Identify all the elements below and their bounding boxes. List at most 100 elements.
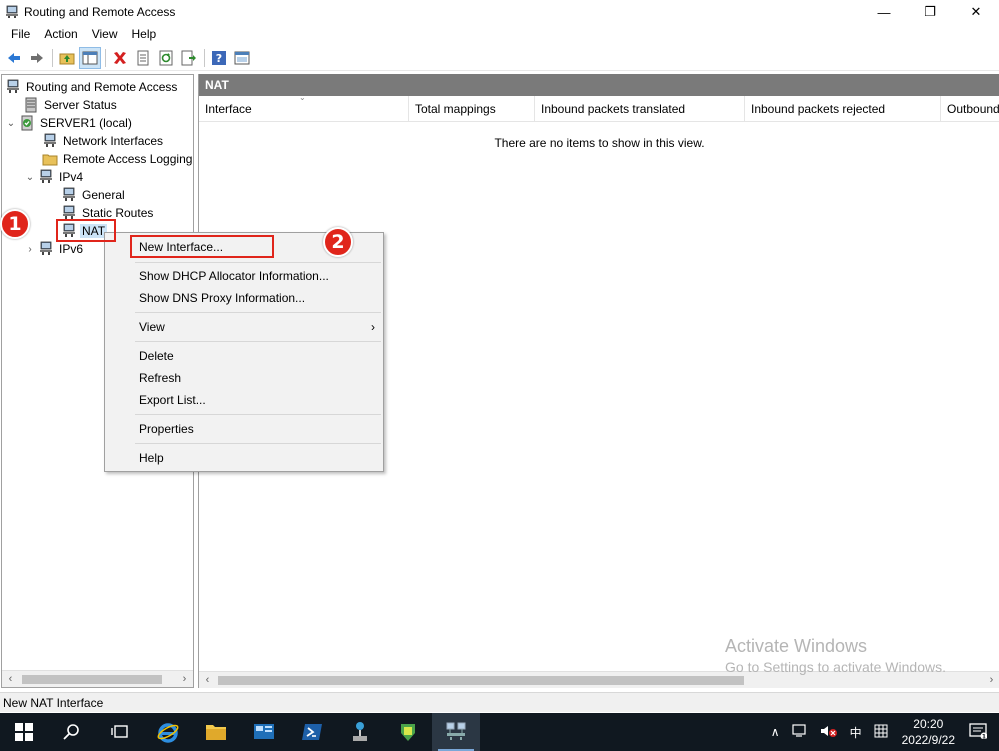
export-list-button[interactable] (178, 47, 200, 69)
menu-separator (135, 262, 381, 263)
clock-time: 20:20 (913, 717, 944, 731)
scroll-right-icon[interactable]: › (983, 674, 999, 686)
watermark-subtitle: Go to Settings to activate Windows. (725, 659, 946, 675)
up-one-level-button[interactable] (56, 47, 78, 69)
tree-label: Static Routes (82, 206, 154, 220)
menu-item-view[interactable]: View › (139, 317, 375, 337)
column-label: Outbound (947, 102, 999, 116)
show-hide-console-tree-button[interactable] (79, 46, 101, 69)
column-header-inbound-translated[interactable]: Inbound packets translated (535, 96, 745, 122)
column-label: Inbound packets translated (541, 102, 686, 116)
menu-item-delete[interactable]: Delete (139, 346, 174, 366)
expand-chevron-icon[interactable]: › (24, 244, 36, 255)
menu-item-refresh[interactable]: Refresh (139, 368, 181, 388)
network-interfaces-icon (42, 133, 58, 149)
task-view-button[interactable] (96, 713, 144, 751)
column-header-inbound-rejected[interactable]: Inbound packets rejected (745, 96, 941, 122)
volume-muted-icon[interactable] (814, 724, 844, 741)
routing-remote-access-icon (446, 722, 466, 740)
menu-item-help[interactable]: Help (139, 448, 164, 468)
scroll-left-icon[interactable]: ‹ (2, 673, 19, 685)
highlight-box-new-interface (130, 235, 274, 258)
menu-bar: File Action View Help (0, 24, 999, 44)
show-hidden-icons-chevron-icon[interactable]: ∧ (765, 725, 786, 739)
tree-item-routing-root[interactable]: Routing and Remote Access (5, 78, 179, 96)
tree-label: IPv4 (59, 170, 84, 184)
properties-button[interactable] (132, 47, 154, 69)
close-button[interactable]: ✕ (953, 0, 999, 24)
taskbar-routing-remote-access[interactable] (432, 713, 480, 751)
menu-view[interactable]: View (85, 27, 125, 41)
tree-item-ipv4[interactable]: ⌄ IPv4 (24, 168, 85, 186)
help-icon: ? (212, 50, 226, 65)
menu-item-properties[interactable]: Properties (139, 419, 194, 439)
network-status-icon[interactable] (786, 723, 814, 741)
step-badge-1: 1 (0, 209, 30, 239)
tree-item-remote-access-logging[interactable]: Remote Access Logging (42, 150, 193, 168)
notification-center-icon[interactable]: 1 (963, 722, 999, 742)
toolbar-separator (105, 48, 106, 67)
server-manager-icon (254, 724, 274, 739)
tree-item-server-status[interactable]: Server Status (23, 96, 119, 114)
help-button[interactable]: ? (208, 47, 230, 69)
activation-watermark: Activate Windows Go to Settings to activ… (725, 636, 946, 675)
column-header-interface[interactable]: Interface ⌄ (199, 93, 409, 122)
back-button[interactable] (3, 47, 25, 69)
highlight-box-nat (56, 219, 116, 242)
delete-x-icon (114, 51, 126, 64)
tree-item-network-interfaces[interactable]: Network Interfaces (42, 132, 165, 150)
taskbar-server-manager[interactable] (240, 713, 288, 751)
tree-item-server1[interactable]: ⌄ SERVER1 (local) (5, 114, 134, 132)
taskbar-file-explorer[interactable] (192, 713, 240, 751)
collapse-chevron-icon[interactable]: ⌄ (5, 118, 17, 129)
folder-up-icon (59, 53, 75, 64)
taskbar-shield-app[interactable] (384, 713, 432, 751)
menu-help[interactable]: Help (125, 27, 164, 41)
ime-indicator[interactable]: 中 (844, 724, 868, 741)
start-button[interactable] (0, 713, 48, 751)
menu-item-export-list[interactable]: Export List... (139, 390, 206, 410)
view-pane-button[interactable] (231, 47, 253, 69)
system-clock[interactable]: 20:20 2022/9/22 (894, 716, 963, 748)
scroll-left-icon[interactable]: ‹ (199, 674, 216, 686)
properties-icon (137, 50, 149, 65)
result-pane-header: NAT (199, 74, 999, 96)
minimize-button[interactable]: — (861, 0, 907, 24)
scrollbar-thumb[interactable] (218, 675, 744, 685)
title-bar: Routing and Remote Access — ❐ ✕ (0, 0, 999, 24)
menu-item-show-dhcp[interactable]: Show DHCP Allocator Information... (139, 266, 329, 286)
forward-button[interactable] (26, 47, 48, 69)
server-icon (19, 115, 35, 131)
clock-date: 2022/9/22 (901, 733, 955, 747)
menu-action[interactable]: Action (37, 27, 84, 41)
column-label: Interface (205, 102, 252, 116)
tree-item-general[interactable]: General (61, 186, 127, 204)
scrollbar-thumb[interactable] (22, 674, 162, 684)
menu-item-show-dns[interactable]: Show DNS Proxy Information... (139, 288, 305, 308)
console-tree-icon (82, 51, 98, 64)
menu-file[interactable]: File (4, 27, 37, 41)
maximize-button[interactable]: ❐ (907, 0, 953, 24)
scroll-right-icon[interactable]: › (176, 673, 193, 685)
taskbar-powershell[interactable] (288, 713, 336, 751)
tree-label: Server Status (44, 98, 117, 112)
delete-button[interactable] (109, 47, 131, 69)
tree-horizontal-scrollbar[interactable]: ‹ › (2, 670, 193, 687)
column-label: Total mappings (415, 102, 496, 116)
column-header-outbound[interactable]: Outbound (941, 96, 999, 122)
routing-server-icon (5, 79, 21, 95)
server-status-icon (23, 97, 39, 113)
ime-mode-grid-icon[interactable] (868, 724, 894, 741)
column-label: Inbound packets rejected (751, 102, 886, 116)
taskbar-internet-explorer[interactable] (144, 713, 192, 751)
collapse-chevron-icon[interactable]: ⌄ (24, 172, 36, 183)
column-header-total-mappings[interactable]: Total mappings (409, 96, 535, 122)
tree-item-ipv6[interactable]: › IPv6 (24, 240, 85, 258)
folder-icon (42, 151, 58, 167)
toolbar-separator (52, 48, 53, 67)
refresh-button[interactable] (155, 47, 177, 69)
taskbar-network-tool[interactable] (336, 713, 384, 751)
search-button[interactable] (48, 713, 96, 751)
powershell-icon (302, 724, 322, 740)
tree-label: SERVER1 (local) (40, 116, 132, 130)
